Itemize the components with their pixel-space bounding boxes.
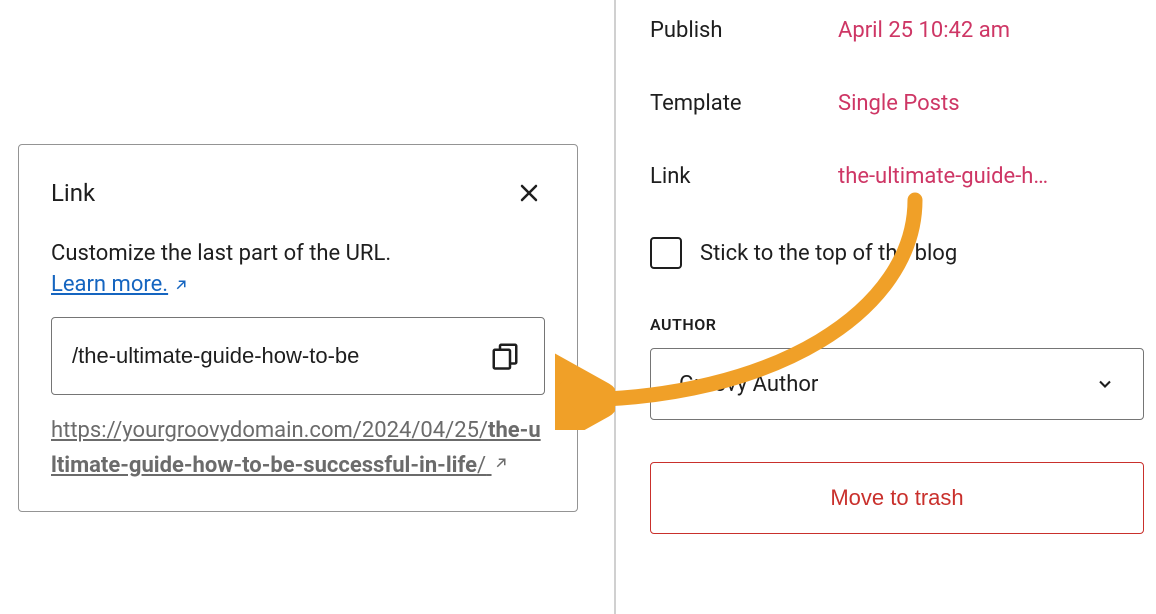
- sticky-checkbox-row[interactable]: Stick to the top of the blog: [650, 237, 1148, 269]
- link-row[interactable]: Link the-ultimate-guide-h…: [650, 164, 1148, 189]
- author-section-label: AUTHOR: [650, 315, 1148, 334]
- learn-more-link[interactable]: Learn more.: [51, 272, 190, 297]
- chevron-down-icon: [1095, 374, 1115, 394]
- copy-icon: [490, 341, 520, 371]
- template-row[interactable]: Template Single Posts: [650, 91, 1148, 116]
- publish-value: April 25 10:42 am: [838, 18, 1010, 43]
- panel-description: Customize the last part of the URL.: [51, 237, 545, 270]
- sticky-checkbox[interactable]: [650, 237, 682, 269]
- slug-input-container: [51, 317, 545, 395]
- template-label: Template: [650, 91, 838, 116]
- slug-input[interactable]: [72, 343, 486, 369]
- move-to-trash-button[interactable]: Move to trash: [650, 462, 1144, 534]
- panel-header: Link: [51, 177, 545, 209]
- external-link-icon: [172, 276, 190, 294]
- panel-title: Link: [51, 179, 95, 207]
- learn-more-text: Learn more.: [51, 272, 168, 297]
- external-link-icon: [492, 454, 510, 472]
- publish-label: Publish: [650, 18, 838, 43]
- copy-button[interactable]: [486, 337, 524, 375]
- trash-label: Move to trash: [830, 485, 963, 511]
- post-settings-sidebar: Publish April 25 10:42 am Template Singl…: [614, 0, 1156, 614]
- link-value: the-ultimate-guide-h…: [838, 164, 1048, 189]
- permalink-trail: /: [477, 453, 486, 478]
- permalink-domain: https://yourgroovydomain.com/2024/04/25/: [51, 418, 488, 443]
- link-label: Link: [650, 164, 838, 189]
- permalink-preview[interactable]: https://yourgroovydomain.com/2024/04/25/…: [51, 418, 541, 478]
- sticky-label: Stick to the top of the blog: [700, 241, 957, 266]
- link-settings-panel: Link Customize the last part of the URL.…: [18, 144, 578, 512]
- template-value: Single Posts: [838, 91, 960, 116]
- close-icon: [517, 181, 541, 205]
- close-button[interactable]: [513, 177, 545, 209]
- author-value: Groovy Author: [679, 372, 818, 397]
- publish-row[interactable]: Publish April 25 10:42 am: [650, 18, 1148, 43]
- author-select[interactable]: Groovy Author: [650, 348, 1144, 420]
